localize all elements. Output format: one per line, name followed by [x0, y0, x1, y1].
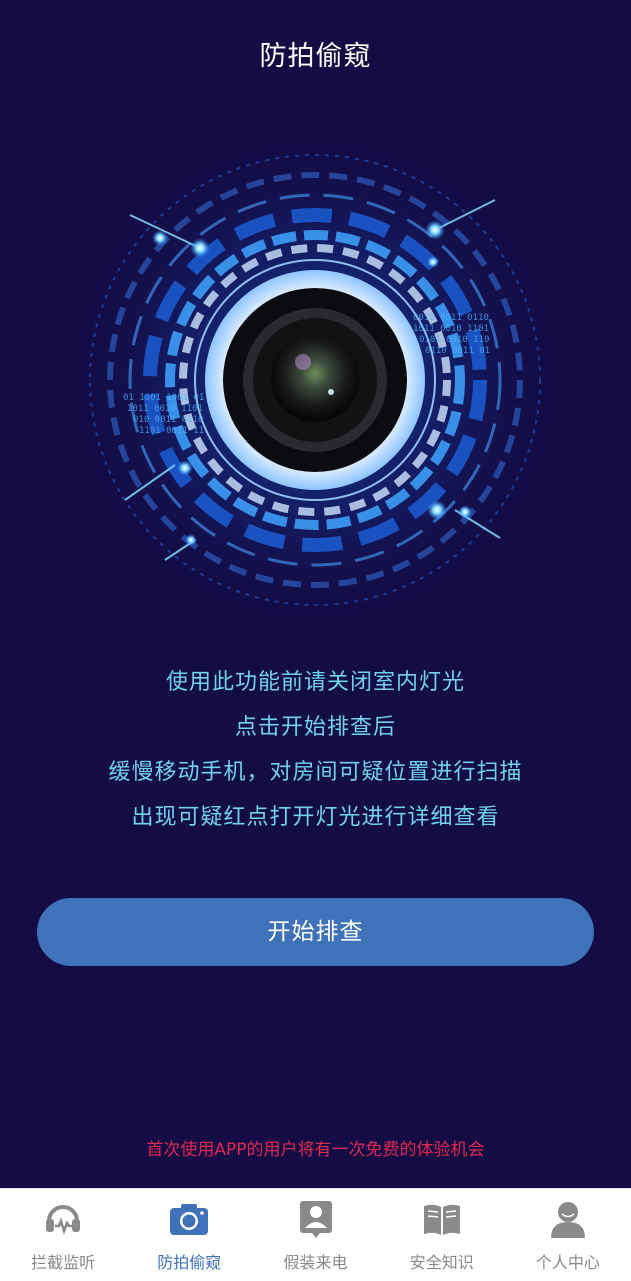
tab-label: 个人中心 [535, 1253, 600, 1272]
binary-text: 0110 0011 01 [425, 346, 490, 356]
tab-fake-call[interactable]: 假装来电 [252, 1189, 378, 1281]
headset-icon [46, 1205, 81, 1235]
bottom-tab-bar: 拦截监听 防拍偷窥 假装来电 安全知识 个人中心 [0, 1188, 631, 1281]
tab-label: 防拍偷窥 [157, 1253, 222, 1272]
instructions-block: 使用此功能前请关闭室内灯光 点击开始排查后 缓慢移动手机，对房间可疑位置进行扫描… [0, 660, 631, 840]
binary-text: 1011 0010 1101 [127, 404, 203, 414]
binary-text: 1101 0011 11 [139, 426, 204, 436]
tab-personal-center[interactable]: 个人中心 [505, 1189, 631, 1281]
instruction-line: 使用此功能前请关闭室内灯光 [165, 670, 465, 695]
camera-icon [170, 1204, 209, 1235]
binary-text: 0101 0010 110 [419, 335, 489, 345]
tab-safety-knowledge[interactable]: 安全知识 [379, 1189, 505, 1281]
camera-scan-illustration: 0010 0011 0110 1011 0010 1101 0101 0010 … [55, 130, 575, 630]
page-title: 防拍偷窥 [259, 41, 372, 72]
binary-text: 01 1001 1001 01 [123, 393, 204, 403]
binary-text: 1011 0010 1101 [413, 324, 489, 334]
binary-text: 010 0011 0110 [133, 415, 203, 425]
user-icon [550, 1202, 585, 1238]
book-icon [423, 1204, 460, 1235]
instruction-line: 缓慢移动手机，对房间可疑位置进行扫描 [108, 760, 523, 785]
tab-intercept-monitor[interactable]: 拦截监听 [0, 1189, 126, 1281]
tab-anti-spy-camera[interactable]: 防拍偷窥 [126, 1189, 252, 1281]
tab-label: 拦截监听 [31, 1253, 96, 1272]
binary-text: 0010 0011 0110 [413, 313, 489, 323]
instruction-line: 出现可疑红点打开灯光进行详细查看 [131, 805, 500, 830]
instruction-line: 点击开始排查后 [234, 715, 396, 740]
tab-label: 安全知识 [409, 1253, 474, 1272]
free-trial-notice: 首次使用APP的用户将有一次免费的体验机会 [146, 1140, 485, 1160]
tab-label: 假装来电 [283, 1253, 348, 1272]
main-screen: 防拍偷窥 0010 0011 0110 1011 0010 1101 0101 … [0, 0, 631, 1188]
contact-card-icon [299, 1201, 332, 1238]
start-scan-button[interactable]: 开始排查 [37, 898, 594, 966]
